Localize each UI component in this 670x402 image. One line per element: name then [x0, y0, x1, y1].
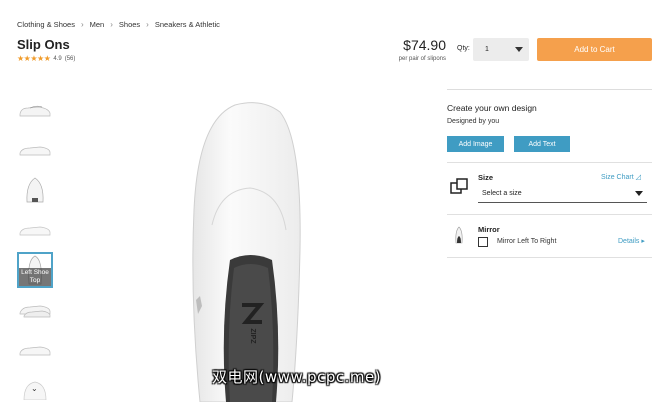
- shoe-side-icon: [19, 346, 51, 356]
- thumbnail-left-shoe-top[interactable]: Left Shoe Top: [17, 252, 53, 288]
- breadcrumb-sneakers-athletic[interactable]: Sneakers & Athletic: [155, 20, 220, 29]
- thumbnail-back-view[interactable]: [17, 172, 53, 208]
- breadcrumb-separator: ›: [80, 20, 84, 29]
- thumbnail-pair-view[interactable]: [17, 292, 53, 328]
- thumbnail-side-view[interactable]: [17, 92, 53, 128]
- divider: [447, 162, 652, 163]
- star-rating-icon: ★★★★★: [17, 54, 51, 63]
- chevron-down-icon[interactable]: ⌄: [31, 384, 38, 393]
- chevron-down-icon: [515, 47, 523, 52]
- thumbnail-inner-side[interactable]: [17, 212, 53, 248]
- page-title: Slip Ons: [17, 37, 70, 52]
- design-section-subtitle: Designed by you: [447, 118, 500, 125]
- size-select[interactable]: Select a size: [478, 184, 647, 203]
- breadcrumb: Clothing & Shoes › Men › Shoes › Sneaker…: [17, 20, 220, 29]
- shoe-side-icon: [19, 226, 51, 236]
- product-main-image: ZIPZ: [192, 102, 301, 402]
- mirror-shoe-icon: [455, 226, 463, 244]
- breadcrumb-men[interactable]: Men: [90, 20, 105, 29]
- shoe-back-icon: [26, 177, 44, 203]
- chevron-down-icon: [635, 191, 643, 196]
- watermark: 双电网(www.pcpc.me): [212, 368, 382, 386]
- breadcrumb-separator: ›: [146, 20, 149, 29]
- details-link[interactable]: Details ▸: [618, 237, 645, 245]
- shoe-side-icon: [19, 146, 51, 156]
- product-rating[interactable]: ★★★★★ 4.9 (56): [17, 54, 75, 63]
- rating-value: 4.9: [53, 55, 62, 62]
- mirror-checkbox[interactable]: [478, 237, 488, 247]
- design-section-title: Create your own design: [447, 103, 537, 113]
- divider: [447, 257, 652, 258]
- quantity-label: Qty:: [457, 45, 470, 52]
- quantity-select[interactable]: 1: [473, 38, 529, 61]
- add-to-cart-button[interactable]: Add to Cart: [537, 38, 652, 61]
- breadcrumb-separator: ›: [110, 20, 113, 29]
- breadcrumb-shoes[interactable]: Shoes: [119, 20, 140, 29]
- divider: [447, 214, 652, 215]
- add-image-button[interactable]: Add Image: [447, 136, 504, 152]
- thumbnail-outer-side[interactable]: [17, 132, 53, 168]
- thumbnail-side-view-2[interactable]: [17, 332, 53, 368]
- shoe-side-icon: [19, 105, 51, 117]
- thumbnail-list: Left Shoe Top: [17, 92, 55, 402]
- quantity-value: 1: [485, 46, 489, 53]
- thumbnail-caption: Left Shoe Top: [19, 268, 51, 286]
- breadcrumb-clothing-shoes[interactable]: Clothing & Shoes: [17, 20, 75, 29]
- divider: [447, 89, 652, 90]
- size-icon: [450, 178, 468, 194]
- size-label: Size: [478, 173, 494, 182]
- add-text-button[interactable]: Add Text: [514, 136, 570, 152]
- size-chart-link[interactable]: Size Chart ◿: [601, 173, 641, 181]
- svg-text:ZIPZ: ZIPZ: [249, 328, 256, 344]
- price-unit-note: per pair of slipons: [398, 56, 446, 62]
- size-select-placeholder: Select a size: [482, 189, 522, 197]
- review-count: (56): [64, 55, 76, 62]
- shoe-pair-icon: [19, 305, 51, 318]
- mirror-label: Mirror: [478, 225, 500, 234]
- product-price: $74.90: [403, 37, 446, 53]
- mirror-option-label: Mirror Left To Right: [497, 238, 557, 245]
